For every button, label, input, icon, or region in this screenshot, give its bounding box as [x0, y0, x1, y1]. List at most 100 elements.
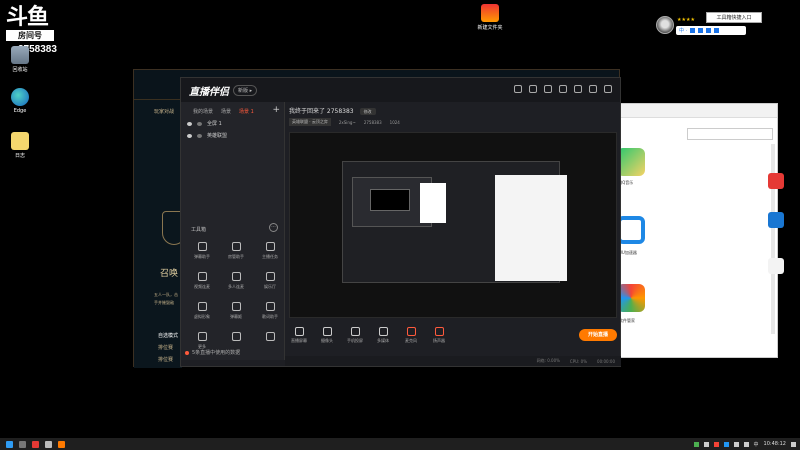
source-label: 多媒体: [377, 337, 389, 343]
close-icon[interactable]: [604, 85, 612, 93]
tool-extra[interactable]: [219, 332, 253, 350]
tool-label: 主播任务: [262, 254, 278, 259]
tool-label: 多人连麦: [228, 284, 244, 289]
taskbar-app-icon[interactable]: [32, 440, 39, 448]
source-phone-button[interactable]: 手机投屏: [341, 326, 369, 344]
tab-scenes[interactable]: 场景: [221, 108, 231, 115]
desktop-icon-edge[interactable]: Edge: [0, 88, 40, 114]
speaker-icon: [434, 326, 444, 336]
white-app-icon[interactable]: [768, 258, 784, 274]
desktop-icon-label: 日志: [14, 153, 25, 159]
lock-icon[interactable]: [197, 121, 202, 126]
tray-icon[interactable]: [723, 441, 729, 447]
tab-my-scenes[interactable]: 我的场景: [193, 108, 213, 115]
room-meta-item: 2xSing~: [338, 119, 356, 125]
tool-room-admin[interactable]: 房管助手: [219, 242, 253, 260]
category-selector[interactable]: 英雄联盟 · 云顶之弈: [289, 118, 331, 126]
blue-app-icon[interactable]: [768, 212, 784, 228]
sidebar-footer[interactable]: 5条直播中使用的数据: [185, 349, 240, 356]
lol-desc-line: 手并摧毁敌: [154, 300, 174, 305]
ime-toolbar[interactable]: 中 ·: [676, 26, 746, 35]
edit-title-button[interactable]: 修改: [359, 108, 376, 115]
tool-label: 虚拟形象: [194, 314, 210, 319]
settings-icon[interactable]: [529, 85, 537, 93]
task-view-icon[interactable]: [19, 440, 26, 448]
room-title-row: 我终于回来了 2758383 修改: [289, 106, 376, 115]
ime-option-icon[interactable]: [690, 28, 696, 33]
tool-more[interactable]: 更多: [185, 332, 219, 350]
source-camera-button[interactable]: 摄像头: [313, 326, 341, 344]
tab-scene-1[interactable]: 场景 1: [239, 108, 254, 115]
scene-item[interactable]: 英雄联盟: [181, 127, 284, 139]
tool-label: 视频连麦: [194, 284, 210, 289]
browser-address-bar[interactable]: [687, 128, 773, 140]
tool-entertainment[interactable]: 娱乐厅: [253, 272, 287, 290]
source-media-button[interactable]: 多媒体: [369, 326, 397, 344]
tool-avatar[interactable]: 虚拟形象: [185, 302, 219, 320]
lol-heading: 召唤: [160, 269, 179, 279]
tool-anchor-task[interactable]: 主播任务: [253, 242, 287, 260]
tool-danmu-helper[interactable]: 弹幕助手: [185, 242, 219, 260]
version-badge[interactable]: 新版 ▸: [233, 84, 258, 96]
folder-icon: [481, 4, 499, 22]
tool-icon: [197, 302, 207, 311]
lock-icon[interactable]: [197, 133, 202, 138]
toolbox-more-icon[interactable]: ···: [269, 223, 278, 232]
ime-option-icon[interactable]: [706, 28, 712, 33]
ime-language: 中 ·: [679, 28, 688, 34]
start-stream-button[interactable]: 开始直播: [579, 329, 617, 341]
lol-option[interactable]: 排位赛: [158, 356, 173, 363]
start-icon[interactable]: [6, 440, 13, 448]
desktop-icon-folder[interactable]: 新建文件夹: [470, 4, 510, 31]
notification-icon[interactable]: [791, 441, 796, 447]
clock[interactable]: 10:48:12: [764, 441, 786, 447]
add-scene-icon[interactable]: +: [272, 105, 280, 115]
tray-icon[interactable]: [713, 441, 719, 447]
toolbox-grid: 弹幕助手 房管助手 主播任务 视频连麦 多人连麦 娱乐厅 虚拟形象 弹幕姬 歌词…: [185, 242, 287, 350]
microphone-button[interactable]: 麦克风: [397, 326, 425, 344]
douyu-logo-text: 斗鱼: [6, 4, 49, 29]
minimize-icon[interactable]: [574, 85, 582, 93]
tool-icon: [197, 332, 207, 341]
source-screen-button[interactable]: 直播屏幕: [285, 326, 313, 344]
lol-option[interactable]: 排位赛: [158, 344, 173, 351]
toolbox-shortcut-badge[interactable]: 工具箱快捷入口: [706, 12, 762, 23]
maximize-icon[interactable]: [589, 85, 597, 93]
lol-option[interactable]: 自选模式: [158, 332, 178, 339]
user-icon[interactable]: [514, 85, 522, 93]
status-timer: 00:00:00: [597, 358, 615, 364]
tool-icon: [265, 272, 275, 281]
ime-option-icon[interactable]: [698, 28, 704, 33]
skin-icon[interactable]: [544, 85, 552, 93]
tool-video-link[interactable]: 视频连麦: [185, 272, 219, 290]
scene-item[interactable]: 全屏 1: [181, 115, 284, 127]
stream-preview[interactable]: [289, 132, 617, 318]
uu-accelerator-icon[interactable]: [617, 216, 645, 244]
network-icon[interactable]: [733, 441, 739, 447]
red-app-icon[interactable]: [768, 173, 784, 189]
tray-icon[interactable]: [703, 441, 709, 447]
desktop-icon-notes[interactable]: 日志: [0, 132, 40, 159]
speaker-button[interactable]: 扬声器: [425, 326, 453, 344]
tool-multi-link[interactable]: 多人连麦: [219, 272, 253, 290]
desktop-icon-label: 新建文件夹: [477, 25, 503, 31]
visibility-icon[interactable]: [187, 133, 192, 138]
tool-extra[interactable]: [253, 332, 287, 350]
avatar[interactable]: [656, 16, 674, 34]
visibility-icon[interactable]: [187, 121, 192, 126]
desktop-icon-label: 回收站: [12, 67, 28, 73]
preview-nested-browser: [495, 175, 567, 281]
tool-lyrics[interactable]: 歌词助手: [253, 302, 287, 320]
volume-icon[interactable]: [743, 441, 749, 447]
ime-option-icon[interactable]: [714, 28, 720, 33]
taskbar-app-icon[interactable]: [58, 440, 65, 448]
qq-music-icon[interactable]: [617, 148, 645, 176]
desktop-icon-recycle-bin[interactable]: 回收站: [0, 46, 40, 73]
software-manager-icon[interactable]: [617, 284, 645, 312]
browser-tab-bar: [621, 104, 777, 118]
menu-icon[interactable]: [559, 85, 567, 93]
taskbar-app-icon[interactable]: [45, 440, 52, 448]
tray-icon[interactable]: [693, 441, 699, 447]
tool-danmu-ji[interactable]: 弹幕姬: [219, 302, 253, 320]
input-language[interactable]: 中: [754, 441, 759, 448]
